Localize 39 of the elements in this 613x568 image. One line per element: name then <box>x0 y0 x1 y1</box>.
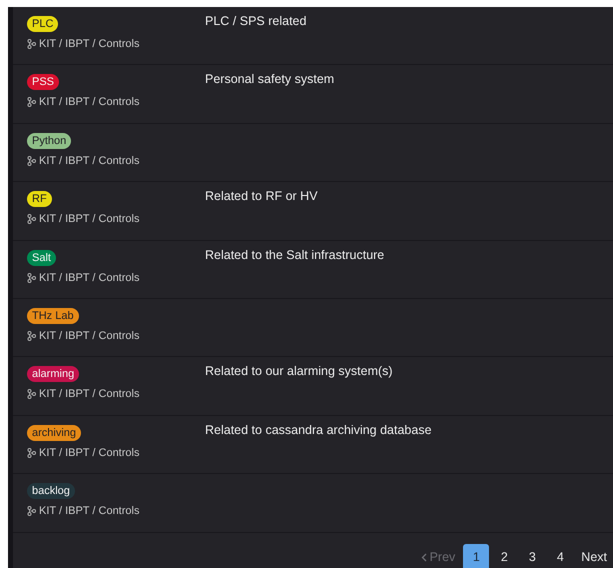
chevron-left-icon <box>420 552 427 562</box>
label-description: Related to our alarming system(s) <box>205 363 393 380</box>
group-path: KIT / IBPT / Controls <box>39 505 140 518</box>
group-path: KIT / IBPT / Controls <box>39 388 140 400</box>
group-icon <box>27 272 36 283</box>
group-icon <box>27 330 36 341</box>
label-description: PLC / SPS related <box>205 13 306 30</box>
next-page-button[interactable]: Next <box>575 545 613 568</box>
label-badge[interactable]: alarming <box>27 366 80 382</box>
group-path: KIT / IBPT / Controls <box>39 330 140 342</box>
group-icon <box>27 448 36 458</box>
label-description: Related to the Salt infrastructure <box>205 246 384 264</box>
group-path: KIT / IBPT / Controls <box>39 272 140 284</box>
label-badge[interactable]: backlog <box>27 483 75 500</box>
label-description: Related to RF or HV <box>205 188 318 206</box>
label-badge[interactable]: THz Lab <box>27 308 79 324</box>
group-path: KIT / IBPT / Controls <box>39 154 140 167</box>
group-icon <box>27 389 36 400</box>
label-description: Personal safety system <box>205 71 334 88</box>
page-button[interactable]: 4 <box>547 544 574 568</box>
label-description: Related to cassandra archiving database <box>205 422 432 439</box>
group-icon <box>27 39 36 49</box>
page-button[interactable]: 3 <box>519 544 546 568</box>
label-badge[interactable]: Salt <box>27 250 56 266</box>
group-icon <box>27 506 36 516</box>
group-path: KIT / IBPT / Controls <box>39 446 140 459</box>
group-icon <box>27 214 36 224</box>
page-button[interactable]: 1 <box>463 544 490 568</box>
group-path: KIT / IBPT / Controls <box>39 213 140 226</box>
label-badge[interactable]: archiving <box>27 424 82 441</box>
label-badge[interactable]: PLC <box>27 16 58 32</box>
page-button[interactable]: 2 <box>491 544 518 568</box>
label-badge[interactable]: PSS <box>27 74 60 90</box>
group-path: KIT / IBPT / Controls <box>39 96 140 108</box>
label-badge[interactable]: Python <box>27 132 72 149</box>
group-icon <box>27 156 36 166</box>
group-path: KIT / IBPT / Controls <box>39 38 140 50</box>
group-icon <box>27 97 36 108</box>
label-badge[interactable]: RF <box>27 191 52 208</box>
